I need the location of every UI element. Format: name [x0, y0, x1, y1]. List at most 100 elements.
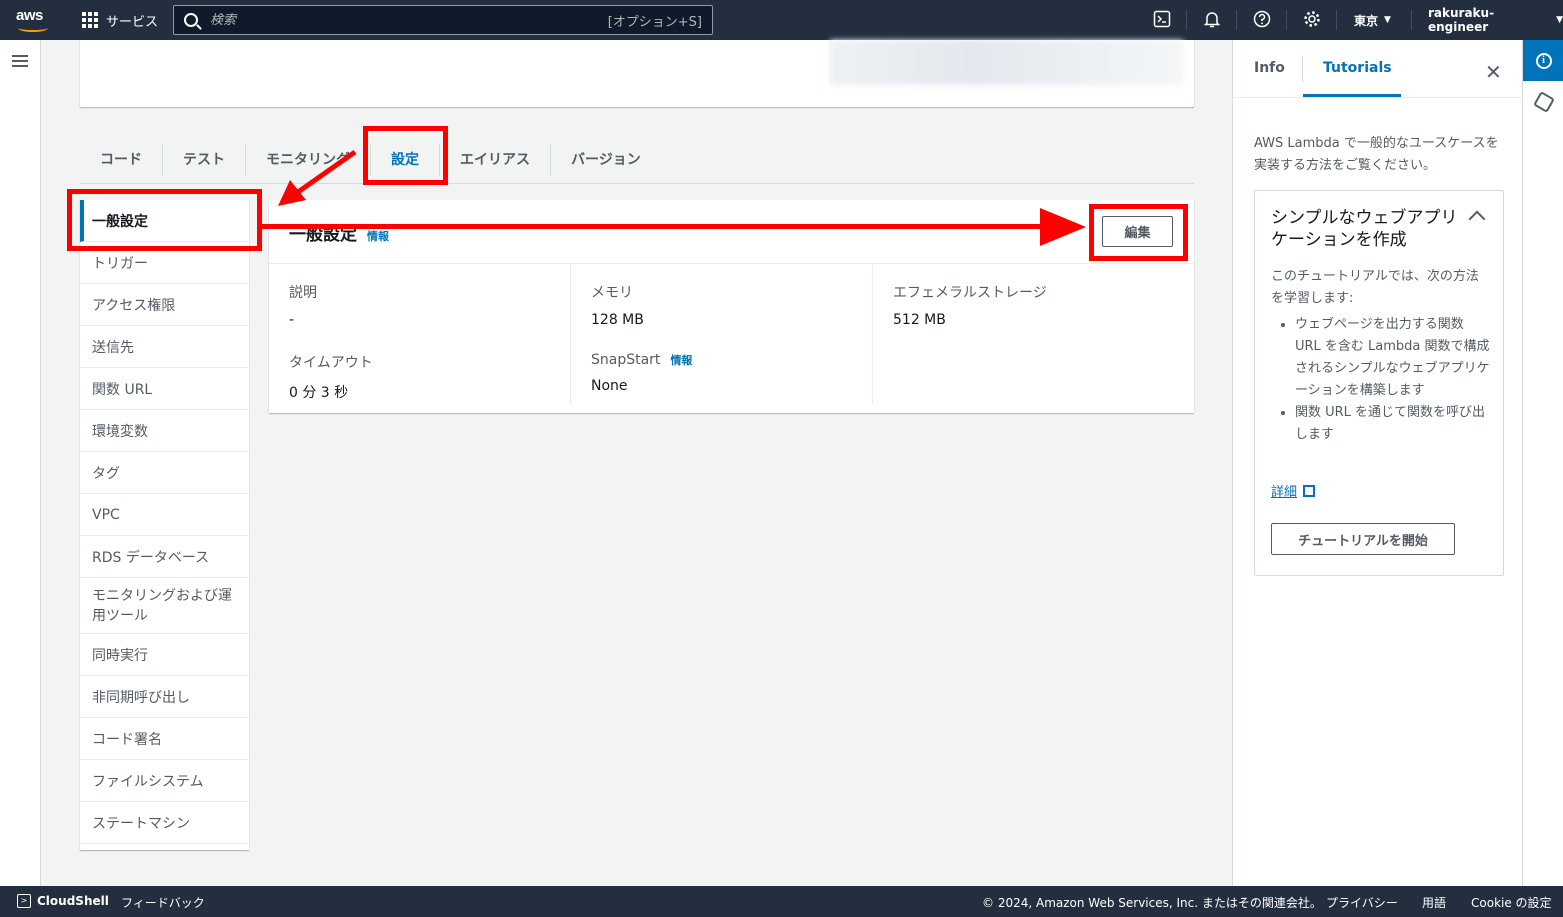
sidenav-item-destinations[interactable]: 送信先: [80, 326, 249, 368]
close-icon[interactable]: ✕: [1485, 60, 1502, 84]
nav-divider: [1336, 10, 1337, 30]
learn-more-text: 詳細: [1271, 485, 1298, 500]
tab-aliases[interactable]: エイリアス: [440, 143, 551, 176]
sidenav-item-code-signing[interactable]: コード署名: [80, 718, 249, 760]
cloudshell-link[interactable]: CloudShell: [37, 894, 109, 908]
function-tabs: コード テスト モニタリング 設定 エイリアス バージョン: [80, 136, 1194, 184]
hamburger-menu-icon[interactable]: [12, 55, 28, 67]
right-rail: i: [1522, 40, 1563, 886]
memory-value: 128 MB: [591, 312, 644, 328]
snapstart-field: SnapStart 情報 None: [591, 352, 852, 394]
timeout-field: タイムアウト 0 分 3 秒: [289, 352, 550, 402]
sidenav-item-environment-variables[interactable]: 環境変数: [80, 410, 249, 452]
description-label: 説明: [289, 285, 317, 301]
left-rail: [0, 40, 41, 886]
help-panel-tabs: Info Tutorials ✕: [1233, 40, 1523, 98]
sidenav-item-function-url[interactable]: 関数 URL: [80, 368, 249, 410]
memory-field: メモリ 128 MB: [591, 282, 852, 328]
annotation-arrow-line: [262, 224, 1052, 229]
list-item: 関数 URL を通じて関数を呼び出します: [1295, 402, 1490, 446]
sidenav-item-file-systems[interactable]: ファイルシステム: [80, 760, 249, 802]
hexagon-icon[interactable]: [1533, 91, 1555, 113]
chevron-up-icon[interactable]: [1468, 210, 1486, 228]
info-icon: i: [1535, 52, 1552, 69]
config-column: エフェメラルストレージ 512 MB: [873, 264, 1175, 404]
memory-label: メモリ: [591, 285, 633, 301]
tab-divider: [1302, 56, 1303, 82]
help-panel: Info Tutorials ✕ AWS Lambda で一般的なユースケースを…: [1232, 40, 1523, 886]
account-menu[interactable]: rakuraku-engineer ▼: [1428, 0, 1563, 40]
description-field: 説明 -: [289, 282, 550, 328]
nav-divider: [1186, 10, 1187, 30]
ephemeral-storage-label: エフェメラルストレージ: [893, 285, 1047, 301]
nav-divider: [1236, 10, 1237, 30]
snapstart-value: None: [591, 378, 628, 394]
list-item: ウェブページを出力する関数 URL を含む Lambda 関数で構成されるシンプ…: [1295, 314, 1490, 402]
configuration-sidenav: 一般設定 トリガー アクセス権限 送信先 関数 URL 環境変数 タグ VPC …: [80, 200, 249, 850]
sidenav-item-vpc[interactable]: VPC: [80, 494, 249, 536]
region-selector[interactable]: 東京 ▼: [1354, 0, 1391, 40]
search-input[interactable]: [210, 12, 608, 28]
services-label: サービス: [106, 14, 159, 30]
start-tutorial-button[interactable]: チュートリアルを開始: [1271, 523, 1455, 555]
services-menu-button[interactable]: サービス: [82, 0, 158, 40]
sidenav-item-permissions[interactable]: アクセス権限: [80, 284, 249, 326]
config-column: 説明 - タイムアウト 0 分 3 秒: [269, 264, 571, 404]
learn-more-link[interactable]: 詳細: [1271, 481, 1316, 500]
top-navigation: aws サービス [オプション+S] 東京 ▼ rakuraku-enginee…: [0, 0, 1563, 40]
tutorial-steps: ウェブページを出力する関数 URL を含む Lambda 関数で構成されるシンプ…: [1295, 314, 1490, 446]
cloudshell-icon[interactable]: [1152, 10, 1172, 30]
sidenav-item-state-machines[interactable]: ステートマシン: [80, 802, 249, 844]
timeout-label: タイムアウト: [289, 355, 373, 371]
copyright-text: © 2024, Amazon Web Services, Inc. またはその関…: [982, 896, 1322, 910]
info-panel-toggle[interactable]: i: [1523, 40, 1563, 81]
gear-icon[interactable]: [1302, 10, 1322, 30]
ephemeral-storage-value: 512 MB: [893, 312, 946, 328]
config-column: メモリ 128 MB SnapStart 情報 None: [571, 264, 873, 404]
search-icon: [184, 13, 198, 27]
tutorial-card: シンプルなウェブアプリケーションを作成 このチュートリアルでは、次の方法を学習し…: [1254, 190, 1504, 576]
sidenav-item-async-invocation[interactable]: 非同期呼び出し: [80, 676, 249, 718]
tab-info[interactable]: Info: [1254, 60, 1285, 76]
tutorial-description: このチュートリアルでは、次の方法を学習します:: [1271, 269, 1479, 306]
help-icon[interactable]: [1252, 10, 1272, 30]
bell-icon[interactable]: [1202, 10, 1222, 30]
snapstart-info-link[interactable]: 情報: [670, 354, 692, 367]
info-link[interactable]: 情報: [367, 230, 389, 243]
tutorial-title[interactable]: シンプルなウェブアプリケーションを作成: [1271, 207, 1461, 251]
aws-logo[interactable]: aws: [16, 7, 52, 33]
sidenav-item-tags[interactable]: タグ: [80, 452, 249, 494]
external-link-icon: [1303, 485, 1316, 497]
grid-icon: [82, 12, 98, 28]
timeout-value: 0 分 3 秒: [289, 385, 349, 401]
annotation-box-general: [67, 189, 262, 251]
feedback-link[interactable]: フィードバック: [121, 894, 205, 911]
sidenav-item-rds-databases[interactable]: RDS データベース: [80, 536, 249, 578]
terms-link[interactable]: 用語: [1422, 894, 1446, 911]
sidenav-item-monitoring-tools[interactable]: モニタリングおよび運用ツール: [80, 578, 249, 634]
tab-versions[interactable]: バージョン: [551, 144, 661, 176]
annotation-arrow-diagonal: [278, 149, 357, 206]
tab-tutorials[interactable]: Tutorials: [1323, 60, 1392, 76]
nav-divider: [1286, 10, 1287, 30]
region-label: 東京: [1354, 13, 1379, 28]
active-tab-indicator: [1303, 94, 1401, 97]
sidenav-item-concurrency[interactable]: 同時実行: [80, 634, 249, 676]
aws-logo-text: aws: [16, 7, 43, 24]
cookie-settings-link[interactable]: Cookie の設定: [1471, 894, 1552, 911]
tutorials-intro: AWS Lambda で一般的なユースケースを実装する方法をご覧ください。: [1254, 136, 1499, 173]
config-columns: 説明 - タイムアウト 0 分 3 秒 メモリ 128 MB SnapStart…: [269, 264, 1194, 404]
ephemeral-storage-field: エフェメラルストレージ 512 MB: [893, 282, 1155, 328]
search-shortcut: [オプション+S]: [607, 14, 702, 30]
tab-code[interactable]: コード: [80, 143, 163, 176]
footer: > CloudShell フィードバック © 2024, Amazon Web …: [0, 886, 1563, 917]
snapstart-label: SnapStart 情報: [591, 352, 852, 368]
caret-down-icon: ▼: [1384, 15, 1391, 25]
snapstart-label-text: SnapStart: [591, 352, 661, 368]
privacy-link[interactable]: プライバシー: [1326, 894, 1398, 911]
annotation-box-edit: [1089, 204, 1188, 261]
tab-test[interactable]: テスト: [163, 143, 246, 176]
redacted-area: [830, 40, 1183, 85]
search-bar[interactable]: [オプション+S]: [173, 5, 713, 35]
caret-down-icon: ▼: [1556, 15, 1563, 25]
